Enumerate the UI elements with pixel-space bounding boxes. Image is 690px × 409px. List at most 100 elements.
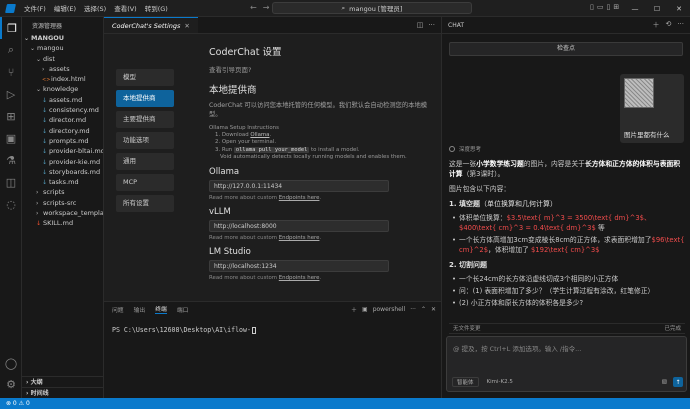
new-chat-icon[interactable]: ＋ — [652, 20, 659, 30]
list-item: 一个长方体高增加3cm变成棱长8cm的正方体，求表面积增加了$96\text{ … — [449, 235, 685, 255]
file-changes-bar[interactable]: 无文件变更 已完成 — [449, 323, 685, 334]
settings-nav-features[interactable]: 功能选项 — [116, 132, 174, 149]
attach-image-icon[interactable]: ▧ — [662, 379, 667, 385]
tab-settings[interactable]: CoderChat's Settings ✕ — [104, 17, 198, 33]
ollama-download-link[interactable]: Ollama — [250, 132, 269, 138]
tab-ports[interactable]: 端口 — [177, 305, 189, 314]
tree-item-label: director.md — [49, 116, 87, 125]
more-actions-icon[interactable]: ··· — [410, 306, 416, 313]
terminal-cursor — [251, 326, 256, 334]
tab-problems[interactable]: 问题 — [112, 305, 124, 314]
explorer-icon[interactable]: ❐ — [0, 17, 22, 39]
provider-endpoint-input[interactable]: http://localhost:1234 — [209, 260, 389, 273]
list-item-text: 体积单位换算： — [459, 214, 507, 222]
containers-icon[interactable]: ◫ — [0, 171, 22, 193]
more-actions-icon[interactable]: ··· — [677, 20, 684, 30]
command-center-label: mangou [管理员] — [349, 5, 403, 13]
menu-edit[interactable]: 编辑(E) — [50, 3, 80, 13]
terminal-shell-label[interactable]: powershell — [373, 306, 406, 313]
run-debug-icon[interactable]: ▷ — [0, 83, 22, 105]
endpoint-help: Read more about custom Endpoints here. — [209, 195, 439, 201]
tree-folder[interactable]: › assets — [22, 64, 103, 74]
tab-output[interactable]: 输出 — [134, 305, 146, 314]
remote-explorer-icon[interactable]: ▣ — [0, 127, 22, 149]
menu-go[interactable]: 转到(G) — [141, 3, 172, 13]
search-icon[interactable]: ⌕ — [0, 39, 22, 61]
close-icon[interactable]: ✕ — [668, 5, 690, 13]
mode-selector[interactable]: 智能体 — [452, 377, 479, 387]
tree-file[interactable]: <>index.html — [22, 74, 103, 84]
endpoints-link[interactable]: Endpoints here — [279, 275, 320, 281]
thinking-toggle[interactable]: 深度思考 — [449, 145, 685, 153]
provider-endpoint-input[interactable]: http://localhost:8000 — [209, 220, 389, 233]
tree-file[interactable]: ↓ SKILL.md — [22, 218, 103, 228]
outline-section[interactable]: › 大纲 — [22, 376, 103, 387]
tree-folder[interactable]: ⌄ knowledge — [22, 84, 103, 94]
send-button[interactable]: ↑ — [673, 377, 683, 387]
extensions-icon[interactable]: ⊞ — [0, 105, 22, 127]
endpoints-link[interactable]: Endpoints here — [279, 195, 320, 201]
tab-terminal[interactable]: 终端 — [155, 304, 167, 314]
source-control-icon[interactable]: ⑂ — [0, 61, 22, 83]
settings-nav-all[interactable]: 所有设置 — [116, 195, 174, 212]
model-selector[interactable]: Kimi-K2.5 — [487, 379, 513, 385]
close-tab-icon[interactable]: ✕ — [184, 22, 189, 30]
customize-layout-icon[interactable]: ⊞ — [613, 3, 622, 11]
split-editor-icon[interactable]: ◫ — [417, 21, 424, 29]
tree-file[interactable]: ↓ prompts.md — [22, 136, 103, 146]
minimize-icon[interactable]: — — [624, 5, 646, 13]
tree-folder[interactable]: ⌄ dist — [22, 54, 103, 64]
more-actions-icon[interactable]: ··· — [428, 21, 435, 29]
tree-folder[interactable]: › scripts-src — [22, 198, 103, 208]
tree-folder[interactable]: › workspace_template — [22, 208, 103, 218]
settings-nav-general[interactable]: 通用 — [116, 153, 174, 170]
back-arrow-icon[interactable]: ← — [250, 3, 263, 12]
image-attachment-thumbnail[interactable] — [624, 78, 654, 108]
tree-item-label: knowledge — [43, 85, 79, 94]
tree-file[interactable]: ↓ director.md — [22, 115, 103, 125]
tree-file[interactable]: ↓ provider-kie.md — [22, 157, 103, 167]
settings-nav-models[interactable]: 模型 — [116, 69, 174, 86]
menu-view[interactable]: 查看(V) — [110, 3, 141, 13]
checkpoint-button[interactable]: 检查点 — [449, 42, 683, 56]
close-panel-icon[interactable]: ✕ — [431, 306, 436, 313]
tree-file[interactable]: ↓ assets.md — [22, 95, 103, 105]
ollama-note: Void automatically detects locally runni… — [220, 153, 407, 160]
chat-input-box[interactable]: @ 提及，按 Ctrl+L 添加选项。输入 /指令... 智能体 Kimi-K2… — [446, 336, 687, 392]
tree-item-label: provider-kie.md — [49, 157, 101, 166]
settings-nav-mcp[interactable]: MCP — [116, 174, 174, 191]
list-item: 一个长24cm的长方体沿虚线切成3个相同的小正方体 — [449, 274, 685, 284]
tree-file[interactable]: ↓ provider-bltai.md — [22, 146, 103, 156]
history-icon[interactable]: ⟲ — [665, 20, 671, 30]
chat-icon[interactable]: ◌ — [0, 193, 22, 215]
testing-icon[interactable]: ⚗ — [0, 149, 22, 171]
tree-folder[interactable]: ⌄ mangou — [22, 43, 103, 53]
tree-file[interactable]: ↓ directory.md — [22, 126, 103, 136]
ollama-step-2: 2. Open your terminal. — [215, 139, 277, 146]
settings-nav-main-providers[interactable]: 主要提供商 — [116, 111, 174, 128]
endpoint-help: Read more about custom Endpoints here. — [209, 235, 439, 241]
maximize-icon[interactable]: ☐ — [646, 5, 668, 13]
menu-file[interactable]: 文件(F) — [20, 3, 50, 13]
timeline-section[interactable]: › 时间线 — [22, 387, 103, 398]
manage-gear-icon[interactable]: ⚙ — [0, 373, 22, 395]
search-icon: ⌕ — [341, 3, 346, 12]
menu-selection[interactable]: 选择(S) — [80, 3, 110, 13]
tree-file[interactable]: ↓ tasks.md — [22, 177, 103, 187]
command-center-search[interactable]: ⌕ mangou [管理员] — [272, 2, 472, 14]
toggle-sidebar-icon[interactable]: ▯ — [590, 3, 597, 11]
workspace-root[interactable]: ⌄ MANGOU — [22, 33, 103, 43]
maximize-panel-icon[interactable]: ⌃ — [421, 306, 426, 313]
provider-endpoint-input[interactable]: http://127.0.0.1:11434 — [209, 180, 389, 193]
new-terminal-icon[interactable]: ＋ — [351, 305, 357, 314]
terminal[interactable]: PS C:\Users\12608\Desktop\AI\iflow- — [104, 316, 441, 334]
guide-link[interactable]: 查看引导页面? — [209, 64, 439, 74]
account-icon[interactable]: ◯ — [0, 352, 22, 374]
intro-text: 的图片，内容是关于 — [523, 160, 585, 168]
tree-file[interactable]: ↓ consistency.md — [22, 105, 103, 115]
tree-folder[interactable]: › scripts — [22, 187, 103, 197]
settings-nav-local-providers[interactable]: 本地提供商 — [116, 90, 174, 107]
endpoints-link[interactable]: Endpoints here — [279, 235, 320, 241]
problems-status[interactable]: ⊗ 0 ⚠ 0 — [0, 400, 30, 407]
tree-file[interactable]: ↓ storyboards.md — [22, 167, 103, 177]
